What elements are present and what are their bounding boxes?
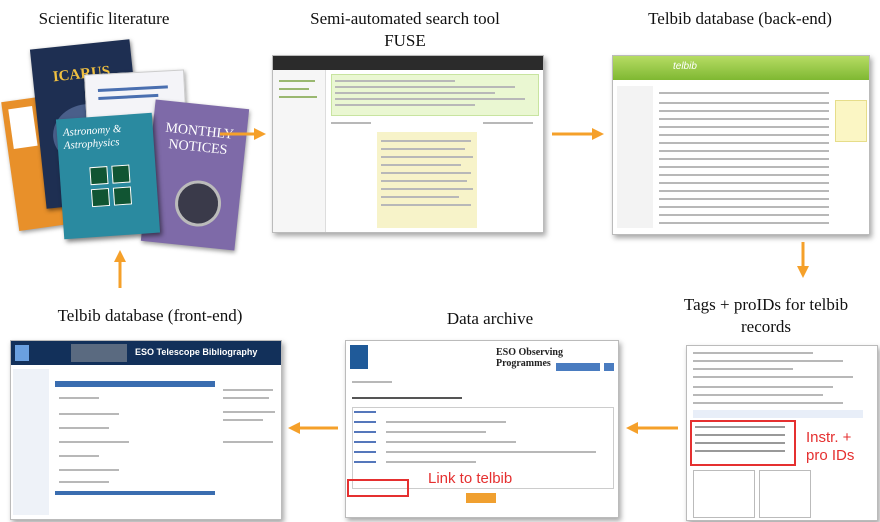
label-telbib-backend: Telbib database (back-end) bbox=[648, 9, 832, 28]
frontend-header-title: ESO Telescope Bibliography bbox=[135, 347, 258, 357]
instr-proids-annotation-line2: pro IDs bbox=[806, 447, 855, 464]
journal-cover-aa: Astronomy & Astrophysics bbox=[55, 112, 161, 240]
label-fuse-line1: Semi-automated search tool bbox=[310, 9, 500, 28]
fuse-screenshot bbox=[272, 55, 544, 233]
journal-title-aa: Astronomy & Astrophysics bbox=[62, 122, 122, 152]
link-to-telbib-annotation: Link to telbib bbox=[428, 470, 513, 487]
label-data-archive: Data archive bbox=[446, 309, 534, 328]
instr-proids-highlight-box bbox=[690, 420, 796, 466]
label-tags-line1: Tags + proIDs for telbib bbox=[683, 295, 849, 314]
telbib-backend-screenshot: telbib bbox=[612, 55, 870, 235]
label-fuse-line2: FUSE bbox=[384, 31, 426, 50]
journal-stack: ICARUS MONTHLY NOTICES Astronomy & Astro… bbox=[1, 39, 250, 251]
link-to-telbib-highlight-box bbox=[347, 479, 409, 497]
telbib-app-name: telbib bbox=[673, 61, 697, 72]
label-scientific-literature: Scientific literature bbox=[38, 9, 170, 28]
arrow-archive-to-frontend bbox=[288, 422, 338, 434]
label-tags-line2: records bbox=[740, 317, 792, 336]
arrow-literature-to-fuse bbox=[220, 128, 266, 140]
arrow-fuse-to-backend bbox=[552, 128, 604, 140]
arrow-backend-to-tags bbox=[797, 242, 809, 278]
telbib-frontend-screenshot: ESO Telescope Bibliography bbox=[10, 340, 282, 520]
label-telbib-frontend: Telbib database (front-end) bbox=[57, 306, 243, 325]
arrow-frontend-to-literature bbox=[114, 250, 126, 288]
instr-proids-annotation-line1: Instr. + bbox=[806, 429, 852, 446]
arrow-tags-to-archive bbox=[626, 422, 678, 434]
